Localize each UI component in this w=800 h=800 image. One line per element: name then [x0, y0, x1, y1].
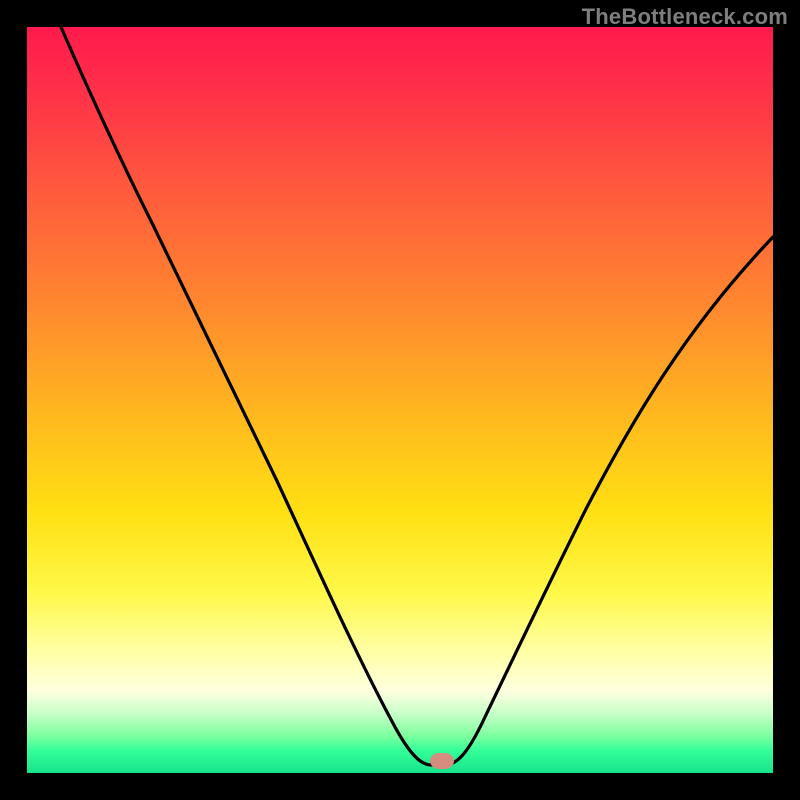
watermark-text: TheBottleneck.com — [582, 4, 788, 30]
chart-background-gradient — [27, 27, 773, 773]
chart-frame: TheBottleneck.com — [0, 0, 800, 800]
